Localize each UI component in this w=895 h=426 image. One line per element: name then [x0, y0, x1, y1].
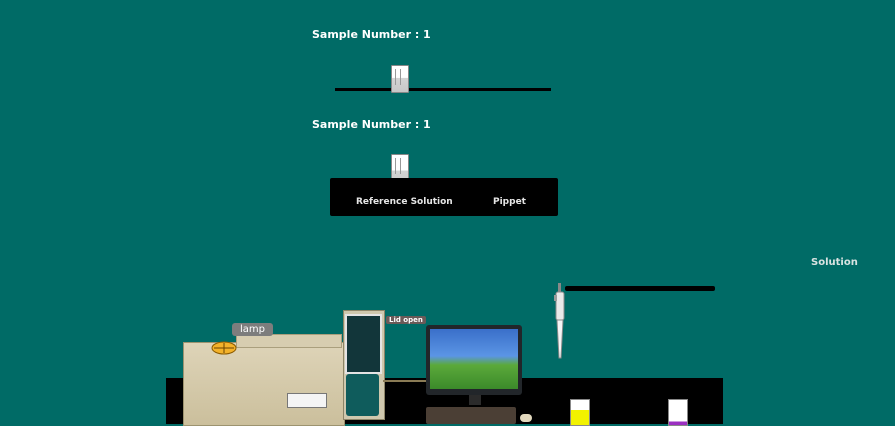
middle-sample-number-label: Sample Number : 1: [312, 118, 431, 131]
pipette-icon[interactable]: [550, 283, 572, 363]
top-sample-number-label: Sample Number : 1: [312, 28, 431, 41]
lamp-icon[interactable]: [210, 340, 238, 356]
yellow-solution-tube[interactable]: [570, 399, 590, 426]
computer-screen: [430, 329, 518, 389]
control-panel-buttons[interactable]: [346, 374, 379, 416]
keyboard[interactable]: [426, 407, 516, 424]
reference-solution-label[interactable]: Reference Solution: [356, 197, 453, 207]
top-sample-cuvette[interactable]: [391, 65, 409, 93]
purple-solution-tube[interactable]: [668, 399, 688, 426]
pippet-label[interactable]: Pippet: [493, 197, 526, 207]
reference-tray: Reference Solution Pippet: [330, 178, 558, 216]
spectrophotometer-lid[interactable]: [236, 334, 342, 348]
spectrophotometer: [183, 342, 345, 426]
top-sample-track: [335, 88, 551, 91]
lamp-label[interactable]: lamp: [232, 323, 273, 336]
solution-label: Solution: [811, 257, 858, 268]
monitor-stand: [469, 395, 481, 405]
mouse[interactable]: [520, 414, 532, 422]
spectro-display: [287, 393, 327, 408]
lid-open-label[interactable]: Lid open: [386, 316, 426, 324]
cable: [383, 380, 429, 382]
solution-rack-bar: [565, 286, 715, 291]
control-panel-screen: [345, 314, 382, 374]
